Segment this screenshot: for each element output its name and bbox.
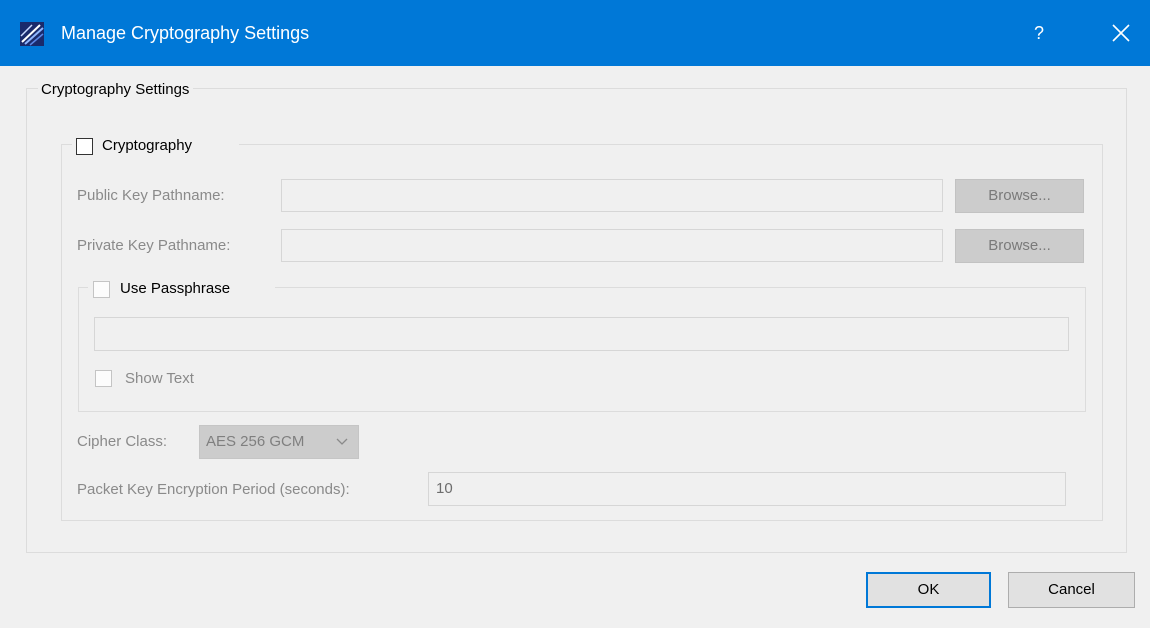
cipher-class-value: AES 256 GCM xyxy=(206,433,305,450)
title-bar: Manage Cryptography Settings ? xyxy=(0,0,1150,66)
passphrase-field[interactable] xyxy=(94,317,1069,351)
private-key-label: Private Key Pathname: xyxy=(77,237,231,254)
cryptography-checkbox[interactable] xyxy=(76,138,93,155)
close-icon xyxy=(1112,24,1130,42)
ok-button[interactable]: OK xyxy=(866,572,991,608)
cipher-class-label: Cipher Class: xyxy=(77,433,168,450)
private-key-browse-button[interactable]: Browse... xyxy=(955,229,1084,263)
window-title: Manage Cryptography Settings xyxy=(61,23,310,43)
settings-group-legend: Cryptography Settings xyxy=(38,80,194,100)
use-passphrase-checkbox[interactable] xyxy=(93,281,110,298)
close-button[interactable] xyxy=(1092,0,1150,66)
public-key-browse-button[interactable]: Browse... xyxy=(955,179,1084,213)
app-icon xyxy=(20,22,44,46)
chevron-down-icon xyxy=(336,438,348,445)
cipher-class-select[interactable]: AES 256 GCM xyxy=(199,425,359,459)
use-passphrase-label[interactable]: Use Passphrase xyxy=(120,279,230,299)
private-key-field[interactable] xyxy=(281,229,943,262)
help-button[interactable]: ? xyxy=(1016,0,1062,66)
packet-key-period-field[interactable]: 10 xyxy=(428,472,1066,506)
packet-key-period-label: Packet Key Encryption Period (seconds): xyxy=(77,481,350,498)
public-key-label: Public Key Pathname: xyxy=(77,187,225,204)
cancel-button[interactable]: Cancel xyxy=(1008,572,1135,608)
public-key-field[interactable] xyxy=(281,179,943,212)
cryptography-checkbox-label[interactable]: Cryptography xyxy=(102,136,192,156)
show-text-label[interactable]: Show Text xyxy=(125,369,194,389)
show-text-checkbox[interactable] xyxy=(95,370,112,387)
